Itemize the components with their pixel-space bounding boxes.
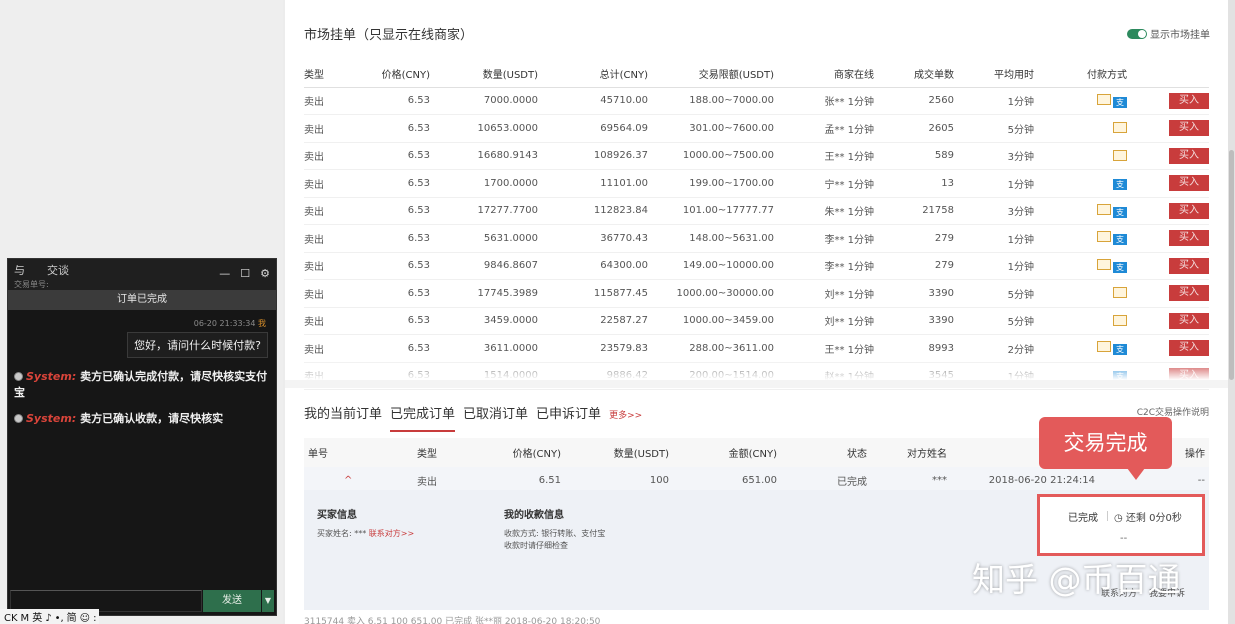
- market-row: 卖出 6.53 3459.0000 22587.27 1000.00~3459.00 刘*…: [304, 307, 1209, 335]
- alipay-icon: 支: [1113, 206, 1127, 218]
- market-row: 卖出 6.53 7000.0000 45710.00 188.00~7000.00 张**…: [304, 87, 1209, 115]
- system-message: System: 卖方已确认收款，请尽快核实: [14, 410, 223, 426]
- alipay-icon: 支: [1113, 178, 1127, 190]
- contact-link[interactable]: 联系对方>>: [369, 529, 414, 538]
- buyer-info: 买家信息 买家姓名: *** 联系对方>>: [317, 510, 415, 538]
- ime-punct-icon[interactable]: •,: [55, 613, 64, 624]
- chat-messages: 06-20 21:33:34 我 您好，请问什么时候付款? System: 卖方…: [8, 310, 276, 580]
- buy-button[interactable]: 买入: [1169, 92, 1209, 109]
- tab-current-orders[interactable]: 我的当前订单: [304, 403, 382, 430]
- watermark: 知乎 @币百通: [972, 560, 1181, 599]
- ime-toolbar: CK M 英 ♪ •, 简 ☺:: [0, 609, 100, 624]
- bank-card-icon: [1113, 122, 1127, 134]
- order-tabs: 我的当前订单 已完成订单 已取消订单 已申诉订单 更多>>: [304, 403, 650, 432]
- ime-simplified-toggle[interactable]: 简: [67, 613, 77, 624]
- ime-english-toggle[interactable]: 英: [32, 613, 42, 624]
- chat-order-number-label: 交易单号:: [14, 280, 49, 289]
- completed-status: 已完成: [1068, 513, 1098, 524]
- send-button[interactable]: 发送: [203, 590, 261, 612]
- bank-card-icon: [1097, 203, 1111, 215]
- market-header-row: 类型 价格(CNY) 数量(USDT) 总计(CNY) 交易限额(USDT) 商…: [304, 60, 1209, 88]
- system-message: System: 卖方已确认完成付款，请尽快核实支付宝: [14, 370, 268, 399]
- ime-ck-icon[interactable]: CK: [4, 613, 18, 624]
- toggle-switch-icon[interactable]: [1127, 29, 1147, 39]
- buy-button[interactable]: 买入: [1169, 175, 1209, 192]
- highlight-box: 已完成 ◷ 还剩 0分0秒 --: [1037, 494, 1205, 556]
- scroll-fade: [285, 362, 1228, 380]
- callout-tail: [1127, 468, 1145, 480]
- bank-card-icon: [1113, 149, 1127, 161]
- alipay-icon: 支: [1113, 344, 1127, 356]
- buy-button[interactable]: 买入: [1169, 230, 1209, 247]
- message-timestamp: 06-20 21:33:34 我: [193, 319, 266, 328]
- buy-button[interactable]: 买入: [1169, 257, 1209, 274]
- market-row: 卖出 6.53 16680.9143 108926.37 1000.00~7500.00…: [304, 142, 1209, 170]
- alipay-icon: 支: [1113, 234, 1127, 246]
- system-icon: [14, 372, 23, 381]
- outgoing-message: 您好，请问什么时候付款?: [127, 332, 268, 358]
- ime-note-icon[interactable]: ♪: [45, 613, 51, 624]
- buy-button[interactable]: 买入: [1169, 285, 1209, 302]
- bank-card-icon: [1113, 287, 1127, 299]
- settings-icon[interactable]: ⚙: [260, 267, 270, 280]
- market-title: 市场挂单（只显示在线商家）: [304, 28, 474, 43]
- receive-info: 我的收款信息 收款方式: 银行转账、支付宝 收款时请仔细检查: [504, 510, 606, 550]
- time-remaining: ◷ 还剩 0分0秒: [1114, 513, 1182, 524]
- chat-title-right: 交谈: [47, 264, 69, 277]
- more-link[interactable]: 更多>>: [609, 408, 642, 429]
- bank-card-icon: [1097, 93, 1111, 105]
- page-scrollbar[interactable]: [1228, 0, 1235, 624]
- tab-cancelled-orders[interactable]: 已取消订单: [463, 403, 528, 430]
- maximize-icon[interactable]: ☐: [240, 267, 250, 280]
- next-order-row[interactable]: 3115744 卖入 6.51 100 651.00 已完成 张**丽 2018…: [304, 614, 1209, 624]
- trade-complete-callout: 交易完成: [1039, 417, 1172, 469]
- market-row: 卖出 6.53 5631.0000 36770.43 148.00~5631.00 李**…: [304, 224, 1209, 253]
- buy-button[interactable]: 买入: [1169, 312, 1209, 329]
- market-row: 卖出 6.53 17745.3989 115877.45 1000.00~30000.0…: [304, 279, 1209, 308]
- tab-completed-orders[interactable]: 已完成订单: [390, 403, 456, 432]
- chat-titlebar: 与 交谈 交易单号: — ☐ ⚙: [8, 259, 276, 290]
- section-divider: [285, 380, 1228, 388]
- order-status-bar: 订单已完成: [8, 290, 276, 310]
- market-row: 卖出 6.53 1700.0000 11101.00 199.00~1700.00 宁**…: [304, 169, 1209, 198]
- buy-button[interactable]: 买入: [1169, 147, 1209, 164]
- alipay-icon: 支: [1113, 261, 1127, 273]
- alipay-icon: 支: [1113, 96, 1127, 108]
- ime-mode-icon[interactable]: M: [21, 613, 30, 624]
- ime-emoji-icon[interactable]: ☺: [80, 613, 90, 624]
- buy-button[interactable]: 买入: [1169, 202, 1209, 219]
- send-options-icon[interactable]: ▼: [262, 590, 274, 612]
- market-row: 卖出 6.53 9846.8607 64300.00 149.00~10000.00 李*…: [304, 252, 1209, 280]
- sender-mark: 我: [258, 319, 266, 328]
- show-market-toggle[interactable]: 显示市场挂单: [1127, 26, 1210, 41]
- chat-window: 与 交谈 交易单号: — ☐ ⚙ 订单已完成 06-20 21:33:34 我 您好，…: [7, 258, 277, 616]
- market-table: 类型 价格(CNY) 数量(USDT) 总计(CNY) 交易限额(USDT) 商…: [304, 60, 1209, 390]
- chat-title-left: 与: [14, 264, 25, 277]
- buy-button[interactable]: 买入: [1169, 340, 1209, 357]
- clock-icon: ◷: [1114, 513, 1123, 524]
- minimize-icon[interactable]: —: [219, 267, 230, 280]
- bank-card-icon: [1097, 231, 1111, 243]
- buy-button[interactable]: 买入: [1169, 120, 1209, 137]
- bank-card-icon: [1097, 341, 1111, 353]
- market-row: 卖出 6.53 17277.7700 112823.84 101.00~17777.77…: [304, 197, 1209, 225]
- ime-more-icon[interactable]: :: [93, 613, 96, 624]
- market-row: 卖出 6.53 10653.0000 69564.09 301.00~7600.00 孟*…: [304, 114, 1209, 143]
- system-icon: [14, 414, 23, 423]
- scrollbar-thumb[interactable]: [1229, 150, 1234, 380]
- bank-card-icon: [1097, 258, 1111, 270]
- bank-card-icon: [1113, 314, 1127, 326]
- market-row: 卖出 6.53 3611.0000 23579.83 288.00~3611.00 王**…: [304, 334, 1209, 363]
- tab-appealed-orders[interactable]: 已申诉订单: [536, 403, 601, 430]
